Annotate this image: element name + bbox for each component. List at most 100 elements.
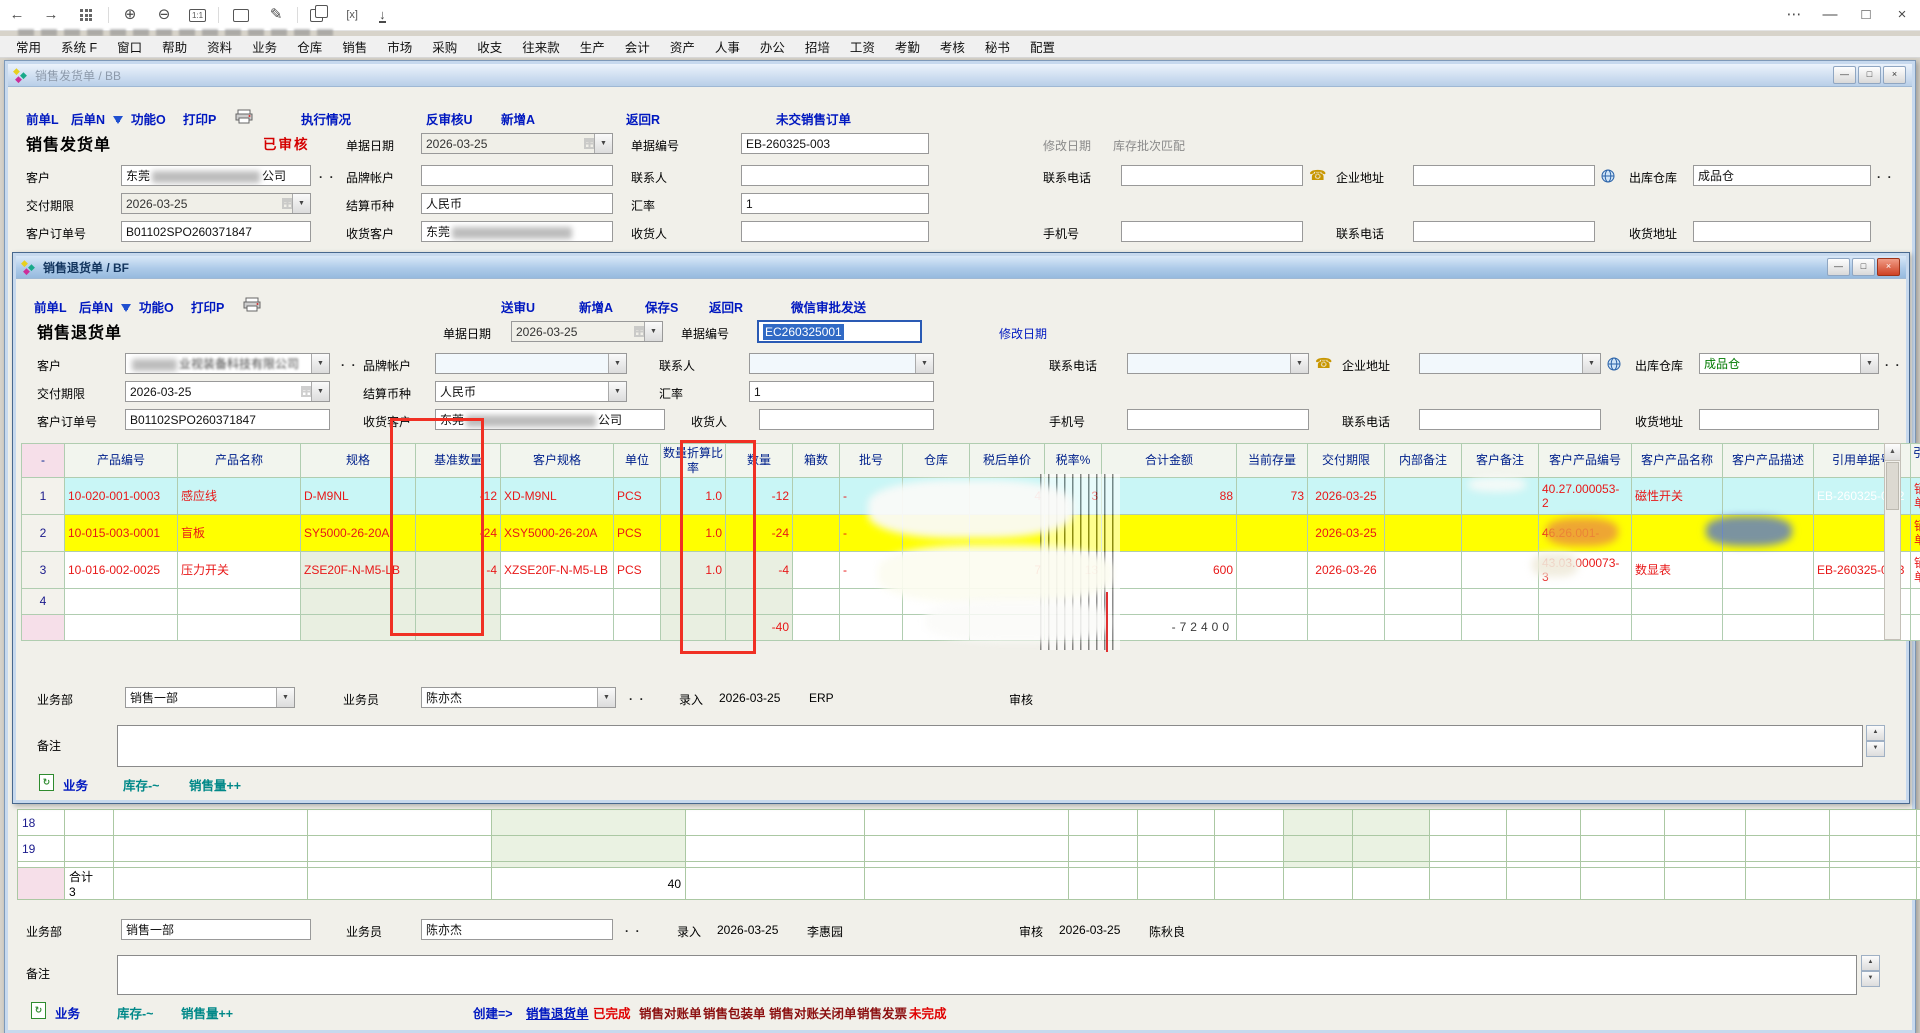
create-doc-link[interactable]: 销售包装单	[703, 1003, 766, 1022]
cell[interactable]	[1746, 810, 1830, 836]
scroll-up-icon[interactable]: ▲	[1885, 444, 1900, 461]
cell[interactable]	[1138, 810, 1215, 836]
cell-cust_pdesc[interactable]	[1723, 589, 1814, 615]
menu-item[interactable]: 往来款	[512, 37, 570, 56]
salesperson-input[interactable]: 陈亦杰	[421, 919, 613, 940]
cell-name[interactable]: 感应线	[178, 478, 301, 515]
cell-cust_note[interactable]	[1462, 552, 1539, 589]
cell[interactable]	[1581, 836, 1665, 862]
cell[interactable]	[1215, 836, 1284, 862]
cell[interactable]	[1917, 836, 1920, 862]
consignee-input[interactable]	[741, 221, 929, 242]
note-scroll-down[interactable]: ▼	[1861, 971, 1880, 987]
rate-input[interactable]: 1	[749, 381, 934, 402]
next-doc-button[interactable]: 后单N	[79, 297, 113, 316]
win2-minimize-icon[interactable]: —	[1827, 258, 1850, 276]
return-button[interactable]: 返回R	[626, 109, 660, 128]
phone2-input[interactable]	[1419, 409, 1601, 430]
cell[interactable]	[1430, 836, 1507, 862]
win1-close-icon[interactable]: ×	[1883, 66, 1906, 84]
contact-input[interactable]	[741, 165, 929, 186]
win1-maximize-icon[interactable]: □	[1858, 66, 1881, 84]
cell[interactable]	[686, 836, 865, 862]
cell[interactable]	[492, 810, 686, 836]
menu-item[interactable]: 采购	[422, 37, 467, 56]
cell-cust_spec[interactable]	[501, 615, 614, 641]
cell-cust_spec[interactable]: XD-M9NL	[501, 478, 614, 515]
cell-cust_pname[interactable]	[1632, 615, 1723, 641]
warehouse-lookup-button[interactable]: . .	[1885, 355, 1901, 369]
menu-item[interactable]: 销售	[332, 37, 377, 56]
menu-item[interactable]: 办公	[750, 37, 795, 56]
rate-input[interactable]: 1	[741, 193, 929, 214]
cell-total[interactable]	[1102, 515, 1237, 552]
create-return-doc-link[interactable]: 销售退货单	[526, 1003, 589, 1022]
cell[interactable]	[865, 836, 1069, 862]
edit-icon[interactable]: ✎	[259, 0, 293, 30]
cell-product_no[interactable]: 10-016-002-0025	[65, 552, 178, 589]
column-header-wh[interactable]: 仓库	[903, 444, 970, 478]
actual-size-icon[interactable]: 1:1	[189, 9, 206, 22]
cell[interactable]	[65, 836, 114, 862]
consignee-input[interactable]	[759, 409, 934, 430]
cell-box[interactable]	[793, 478, 840, 515]
table-scrollbar[interactable]: ▲	[1884, 443, 1901, 640]
note-input[interactable]	[117, 725, 1863, 767]
cell-num[interactable]	[22, 615, 65, 641]
cell-num[interactable]: 2	[22, 515, 65, 552]
cell[interactable]	[308, 868, 492, 900]
cell[interactable]	[1215, 868, 1284, 900]
cell-stock[interactable]: 73	[1237, 478, 1308, 515]
salesperson-combo[interactable]: 陈亦杰▼	[421, 687, 616, 708]
brand-account-input[interactable]	[421, 165, 613, 186]
cell[interactable]	[1215, 810, 1284, 836]
cell-int_note[interactable]	[1385, 589, 1462, 615]
cell-unit[interactable]: PCS	[614, 515, 661, 552]
add-new-button[interactable]: 新增A	[501, 109, 535, 128]
company-address-combo[interactable]: ▼	[1419, 353, 1601, 374]
cell-stock[interactable]	[1237, 515, 1308, 552]
win2-maximize-icon[interactable]: □	[1852, 258, 1875, 276]
cell-cust_pname[interactable]: 数显表	[1632, 552, 1723, 589]
currency-input[interactable]: 人民币	[421, 193, 613, 214]
column-header-product_no[interactable]: 产品编号	[65, 444, 178, 478]
cell-num[interactable]: 1	[22, 478, 65, 515]
column-header-unit[interactable]: 单位	[614, 444, 661, 478]
menu-item[interactable]: 常用	[6, 37, 51, 56]
cell[interactable]: 18	[18, 810, 65, 836]
cell[interactable]	[1138, 836, 1215, 862]
deadline-input[interactable]: 2026-03-25▼	[121, 193, 311, 214]
menu-item[interactable]: 配置	[1020, 37, 1065, 56]
dept-input[interactable]: 销售一部	[121, 919, 311, 940]
doc-no-input[interactable]: EB-260325-003	[741, 133, 929, 154]
menu-item[interactable]: 窗口	[107, 37, 152, 56]
cell-ref_type[interactable]: 销售发货单	[1911, 478, 1920, 515]
column-header-ref_type[interactable]: 引用单据类型	[1911, 444, 1920, 478]
note-input[interactable]	[117, 955, 1857, 995]
cell[interactable]	[1581, 810, 1665, 836]
salesperson-lookup-button[interactable]: . .	[629, 689, 645, 703]
customer-lookup-button[interactable]: . .	[319, 167, 335, 181]
cell[interactable]	[308, 836, 492, 862]
column-header-tax[interactable]: 税率%	[1045, 444, 1102, 478]
cell[interactable]: 合计 3	[65, 868, 114, 900]
download-icon[interactable]: ↓	[379, 8, 386, 23]
menu-item[interactable]: 考勤	[885, 37, 930, 56]
scrollbar-thumb[interactable]	[1886, 462, 1899, 510]
cell[interactable]	[1665, 868, 1746, 900]
column-header-box[interactable]: 箱数	[793, 444, 840, 478]
add-new-button[interactable]: 新增A	[579, 297, 613, 316]
cell[interactable]	[1507, 868, 1581, 900]
dept-combo[interactable]: 销售一部▼	[125, 687, 295, 708]
cell[interactable]	[1830, 868, 1917, 900]
cell-stock[interactable]	[1237, 615, 1308, 641]
menu-item[interactable]: 系统 F	[51, 37, 107, 56]
po-number-input[interactable]: B01102SPO260371847	[125, 409, 330, 430]
win2-close-icon[interactable]: ×	[1877, 258, 1900, 276]
cell-int_note[interactable]	[1385, 478, 1462, 515]
cell[interactable]	[1665, 810, 1746, 836]
cell[interactable]	[1830, 836, 1917, 862]
sales-qty-link[interactable]: 销售量++	[181, 1003, 233, 1022]
column-header-cust_pno[interactable]: 客户产品编号	[1539, 444, 1632, 478]
sales-qty-link[interactable]: 销售量++	[189, 775, 241, 794]
